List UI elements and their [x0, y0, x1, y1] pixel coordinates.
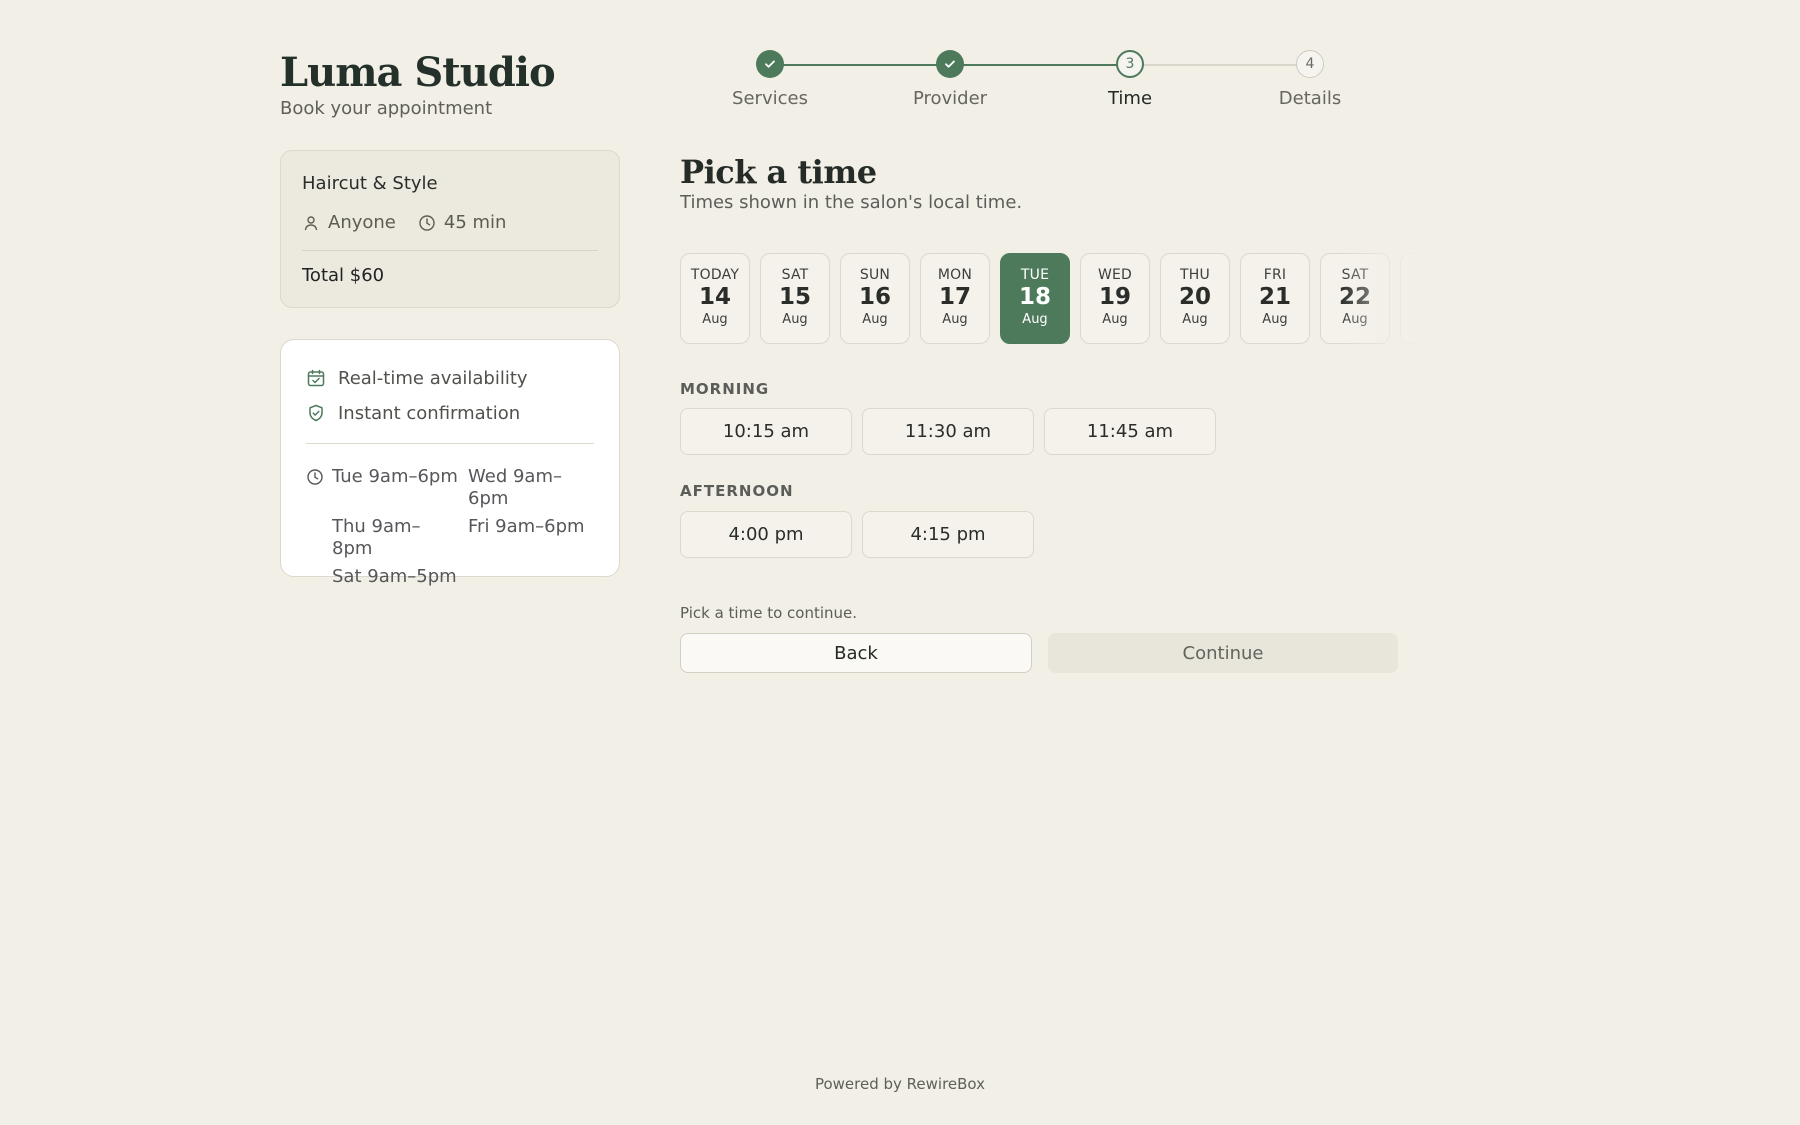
morning-slots: 10:15 am 11:30 am 11:45 am — [680, 408, 1216, 455]
step-label: Time — [1107, 88, 1153, 109]
time-slot[interactable]: 4:15 pm — [862, 511, 1034, 558]
step-services[interactable]: Services — [680, 48, 860, 109]
date-day: 17 — [938, 284, 971, 310]
date-month: Aug — [1182, 312, 1208, 327]
date-day: 19 — [1098, 284, 1131, 310]
hours-list: Tue 9am–6pm Wed 9am–6pm Thu 9am–8pm Fri … — [332, 466, 594, 588]
step-number: 4 — [1296, 50, 1324, 78]
hours-entry: Thu 9am–8pm — [332, 516, 421, 559]
section-label-morning: MORNING — [680, 380, 770, 398]
step-number: 3 — [1116, 50, 1144, 78]
date-day: 16 — [858, 284, 891, 310]
date-day: 18 — [1018, 284, 1051, 310]
step-label: Provider — [912, 88, 988, 109]
step-label: Details — [1278, 88, 1342, 109]
back-button[interactable]: Back — [680, 633, 1032, 673]
date-chip[interactable]: MON 17 Aug — [920, 253, 990, 344]
page-title: Pick a time — [680, 153, 877, 191]
continue-hint: Pick a time to continue. — [680, 604, 858, 622]
date-chip-selected[interactable]: TUE 18 Aug — [1000, 253, 1070, 344]
page-subtitle: Times shown in the salon's local time. — [680, 192, 1023, 213]
check-icon — [756, 50, 784, 78]
date-day: 14 — [698, 284, 731, 310]
step-label: Services — [732, 88, 808, 109]
date-chip[interactable]: TODAY 14 Aug — [680, 253, 750, 344]
date-chip[interactable]: SUN 16 Aug — [840, 253, 910, 344]
calendar-check-icon — [306, 368, 326, 388]
opening-hours: Tue 9am–6pm Wed 9am–6pm Thu 9am–8pm Fri … — [306, 466, 594, 588]
scroll-fade — [1340, 253, 1420, 345]
date-month: Aug — [862, 312, 888, 327]
person-icon — [302, 214, 320, 232]
date-chip[interactable]: THU 20 Aug — [1160, 253, 1230, 344]
divider — [302, 250, 598, 251]
brand: Luma Studio Book your appointment — [280, 46, 556, 119]
date-day: 20 — [1178, 284, 1211, 310]
shield-check-icon — [306, 403, 326, 423]
time-slot[interactable]: 10:15 am — [680, 408, 852, 455]
date-chip[interactable]: FRI 21 Aug — [1240, 253, 1310, 344]
clock-icon — [306, 468, 324, 486]
hours-entry: Wed 9am–6pm — [468, 466, 562, 509]
time-slot[interactable]: 4:00 pm — [680, 511, 852, 558]
date-dow: SAT — [781, 267, 809, 283]
continue-button[interactable]: Continue — [1048, 633, 1398, 673]
section-label-afternoon: AFTERNOON — [680, 482, 794, 500]
brand-title: Luma Studio — [280, 49, 556, 96]
summary-total: Total $60 — [302, 265, 385, 286]
date-dow: TUE — [1020, 267, 1050, 283]
date-month: Aug — [782, 312, 808, 327]
time-picker-panel: Pick a time Times shown in the salon's l… — [680, 150, 1430, 673]
clock-icon — [418, 214, 436, 232]
date-day: 21 — [1258, 284, 1291, 310]
summary-provider: Anyone — [328, 212, 396, 233]
feature-label: Instant confirmation — [338, 402, 521, 424]
booking-stepper: Services Provider 3 Time 4 Details — [700, 48, 1420, 118]
check-icon — [936, 50, 964, 78]
summary-meta: Anyone 45 min — [302, 212, 598, 233]
step-time: 3 Time — [1040, 48, 1220, 109]
step-details: 4 Details — [1220, 48, 1400, 109]
summary-duration: 45 min — [443, 212, 507, 233]
date-dow: WED — [1097, 267, 1133, 283]
hours-entry: Sat 9am–5pm — [332, 566, 457, 587]
date-month: Aug — [1022, 312, 1048, 327]
summary-service: Haircut & Style — [302, 173, 438, 194]
date-dow: SUN — [859, 267, 891, 283]
date-chip[interactable]: WED 19 Aug — [1080, 253, 1150, 344]
date-chip[interactable]: SAT 15 Aug — [760, 253, 830, 344]
date-dow: FRI — [1263, 267, 1287, 283]
time-slot[interactable]: 11:45 am — [1044, 408, 1216, 455]
date-month: Aug — [1102, 312, 1128, 327]
salon-info-card: Real-time availability Instant confirmat… — [280, 339, 620, 587]
date-dow: MON — [937, 267, 973, 283]
booking-summary-card: Haircut & Style Anyone 45 min Total $60 — [280, 150, 620, 308]
date-month: Aug — [702, 312, 728, 327]
afternoon-slots: 4:00 pm 4:15 pm — [680, 511, 1034, 558]
feature-label: Real-time availability — [338, 367, 528, 389]
date-strip[interactable]: TODAY 14 Aug SAT 15 Aug SUN 16 Aug MON 1… — [680, 253, 1420, 345]
date-day: 15 — [778, 284, 811, 310]
feature-realtime: Real-time availability — [306, 365, 594, 391]
step-provider[interactable]: Provider — [860, 48, 1040, 109]
date-month: Aug — [942, 312, 968, 327]
divider — [306, 443, 594, 444]
hours-entry: Tue 9am–6pm — [332, 466, 458, 487]
date-dow: TODAY — [690, 267, 740, 283]
hours-entry: Fri 9am–6pm — [468, 516, 585, 537]
brand-subtitle: Book your appointment — [280, 98, 493, 119]
feature-instant: Instant confirmation — [306, 400, 594, 426]
date-dow: THU — [1180, 267, 1210, 283]
date-month: Aug — [1262, 312, 1288, 327]
powered-by-footer[interactable]: Powered by RewireBox — [0, 1075, 1800, 1093]
time-slot[interactable]: 11:30 am — [862, 408, 1034, 455]
